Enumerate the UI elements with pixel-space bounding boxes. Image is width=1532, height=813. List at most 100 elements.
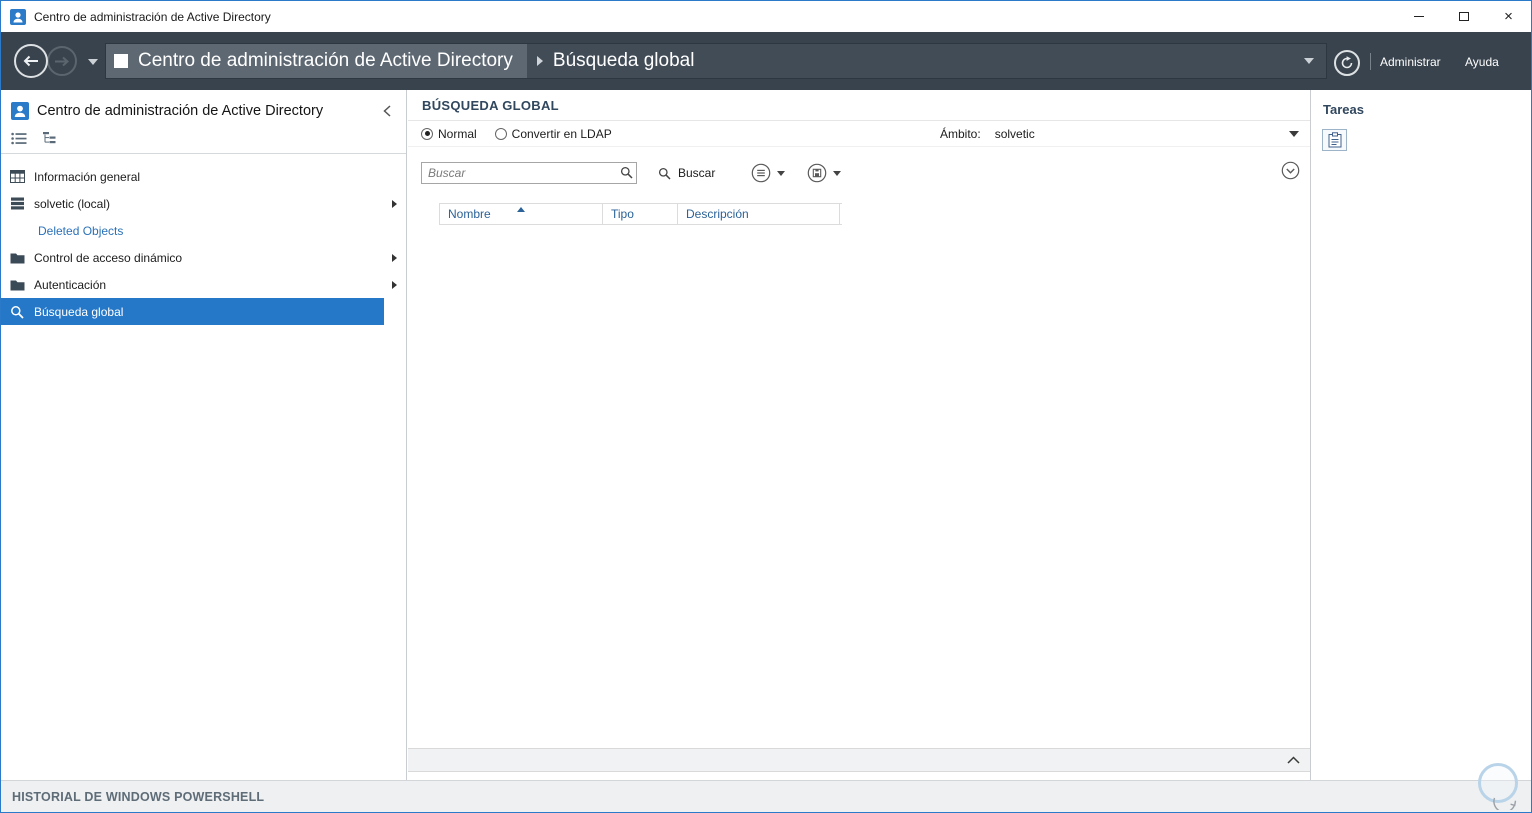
expand-criteria-button[interactable] bbox=[1281, 161, 1300, 180]
sidebar-items: Información general solvetic (local) Del… bbox=[1, 154, 406, 325]
column-header-descripcion[interactable]: Descripción bbox=[677, 204, 840, 224]
arrow-left-icon bbox=[23, 55, 38, 67]
clipboard-icon bbox=[1328, 132, 1341, 148]
list-view-icon bbox=[11, 132, 27, 144]
search-input[interactable] bbox=[421, 162, 637, 184]
chevron-right-icon bbox=[536, 56, 543, 66]
radio-normal-label: Normal bbox=[438, 126, 477, 141]
save-in-circle-icon bbox=[808, 163, 827, 183]
search-button-label: Buscar bbox=[678, 166, 716, 180]
tasks-action-button[interactable] bbox=[1322, 129, 1347, 151]
sidebar-title: Centro de administración de Active Direc… bbox=[37, 103, 324, 119]
column-label: Tipo bbox=[611, 207, 634, 221]
powershell-history-label: HISTORIAL DE WINDOWS POWERSHELL bbox=[12, 789, 265, 804]
chevron-up-icon bbox=[1287, 756, 1300, 764]
tasks-title: Tareas bbox=[1323, 102, 1364, 117]
sidebar-item-label: solvetic (local) bbox=[34, 196, 111, 211]
column-header-tipo[interactable]: Tipo bbox=[602, 204, 677, 224]
overview-grid-icon bbox=[10, 170, 26, 183]
breadcrumb-page-icon bbox=[114, 54, 128, 68]
ayuda-menu[interactable]: Ayuda bbox=[1465, 55, 1499, 69]
radio-normal[interactable]: Normal bbox=[421, 127, 477, 141]
sidebar-item-deleted-objects[interactable]: Deleted Objects bbox=[1, 217, 384, 244]
administrar-menu[interactable]: Administrar bbox=[1380, 55, 1441, 69]
sidebar-item-label: Autenticación bbox=[34, 277, 107, 292]
list-in-circle-icon bbox=[752, 163, 771, 183]
search-button[interactable]: Buscar bbox=[658, 166, 715, 180]
scope-value: solvetic bbox=[994, 126, 1035, 141]
sidebar-item-busqueda-global[interactable]: Búsqueda global bbox=[1, 298, 384, 325]
sidebar-item-label: Deleted Objects bbox=[38, 223, 124, 238]
radio-button-icon bbox=[421, 127, 433, 140]
refresh-icon bbox=[1341, 56, 1353, 69]
expand-arrow-icon bbox=[392, 253, 397, 262]
column-header-nombre[interactable]: Nombre bbox=[439, 204, 602, 224]
titlebar: Centro de administración de Active Direc… bbox=[1, 1, 1531, 32]
forward-button[interactable] bbox=[47, 46, 77, 76]
searchbox bbox=[421, 162, 637, 184]
tree-view-tab[interactable] bbox=[43, 130, 63, 146]
preview-pane-collapse-bar[interactable] bbox=[408, 748, 1312, 772]
chevron-left-icon bbox=[383, 105, 391, 117]
tasks-panel: Tareas bbox=[1310, 90, 1531, 780]
radio-button-icon bbox=[494, 127, 507, 140]
query-options-dropdown[interactable] bbox=[751, 163, 786, 183]
close-button[interactable]: × bbox=[1486, 1, 1531, 32]
sidebar-item-label: Información general bbox=[34, 169, 141, 184]
back-button[interactable] bbox=[14, 44, 48, 78]
sidebar-item-informacion-general[interactable]: Información general bbox=[1, 163, 384, 190]
column-label: Descripción bbox=[686, 207, 749, 221]
sidebar-view-tabs bbox=[1, 125, 406, 154]
history-dropdown-caret-icon[interactable] bbox=[88, 59, 98, 65]
breadcrumb-root[interactable]: Centro de administración de Active Direc… bbox=[106, 44, 527, 78]
sidebar-item-control-acceso-dinamico[interactable]: Control de acceso dinámico bbox=[1, 244, 397, 271]
sidebar-item-autenticacion[interactable]: Autenticación bbox=[1, 271, 397, 298]
caret-down-icon bbox=[833, 170, 842, 176]
chevron-down-in-circle-icon bbox=[1281, 161, 1300, 180]
radio-convertir-ldap[interactable]: Convertir en LDAP bbox=[494, 126, 612, 141]
cursor-swoosh-icon bbox=[1493, 797, 1517, 810]
breadcrumb-root-label: Centro de administración de Active Direc… bbox=[138, 50, 513, 71]
folder-icon bbox=[10, 252, 26, 264]
search-icon bbox=[10, 305, 26, 319]
scope-selector[interactable]: Ámbito: solvetic bbox=[940, 127, 1035, 141]
sidebar-header: Centro de administración de Active Direc… bbox=[1, 90, 406, 125]
adac-window: Centro de administración de Active Direc… bbox=[0, 0, 1532, 813]
search-icon bbox=[658, 167, 671, 180]
powershell-history-bar[interactable]: HISTORIAL DE WINDOWS POWERSHELL bbox=[1, 780, 1531, 812]
navigation-bar: Centro de administración de Active Direc… bbox=[1, 32, 1531, 90]
folder-icon bbox=[10, 279, 26, 291]
sort-ascending-icon bbox=[516, 207, 525, 212]
breadcrumb-current[interactable]: Búsqueda global bbox=[553, 50, 695, 72]
close-icon: × bbox=[1504, 8, 1513, 25]
tree-view-icon bbox=[43, 132, 56, 144]
breadcrumb: Centro de administración de Active Direc… bbox=[105, 43, 1327, 79]
navbar-separator bbox=[1370, 53, 1371, 70]
scope-dropdown-caret-icon[interactable] bbox=[1289, 131, 1299, 137]
column-label: Nombre bbox=[448, 207, 491, 221]
minimize-button[interactable] bbox=[1396, 1, 1441, 32]
radio-ldap-label: Convertir en LDAP bbox=[511, 126, 612, 141]
app-icon bbox=[10, 8, 26, 25]
breadcrumb-dropdown-caret-icon[interactable] bbox=[1304, 58, 1314, 64]
maximize-button[interactable] bbox=[1441, 1, 1486, 32]
window-controls: × bbox=[1396, 1, 1531, 32]
sidebar-item-label: Control de acceso dinámico bbox=[34, 250, 183, 265]
expand-arrow-icon bbox=[392, 280, 397, 289]
caret-down-icon bbox=[777, 170, 786, 176]
arrow-right-icon bbox=[55, 56, 70, 66]
search-toolbar: Buscar bbox=[408, 147, 1312, 189]
refresh-button[interactable] bbox=[1334, 50, 1360, 76]
list-view-tab[interactable] bbox=[11, 130, 31, 146]
search-magnifier-icon[interactable] bbox=[620, 166, 633, 179]
saved-queries-dropdown[interactable] bbox=[807, 163, 842, 183]
results-table-header: Nombre Tipo Descripción bbox=[439, 203, 842, 225]
sidebar-collapse-button[interactable] bbox=[378, 105, 396, 117]
sidebar: Centro de administración de Active Direc… bbox=[1, 90, 407, 780]
expand-arrow-icon bbox=[392, 199, 397, 208]
minimize-icon bbox=[1413, 16, 1424, 17]
page-title: BÚSQUEDA GLOBAL bbox=[408, 90, 1312, 121]
search-filter-row: Normal Convertir en LDAP Ámbito: solveti… bbox=[408, 121, 1312, 147]
sidebar-item-solvetic-local[interactable]: solvetic (local) bbox=[1, 190, 397, 217]
sidebar-item-label: Búsqueda global bbox=[34, 304, 124, 319]
